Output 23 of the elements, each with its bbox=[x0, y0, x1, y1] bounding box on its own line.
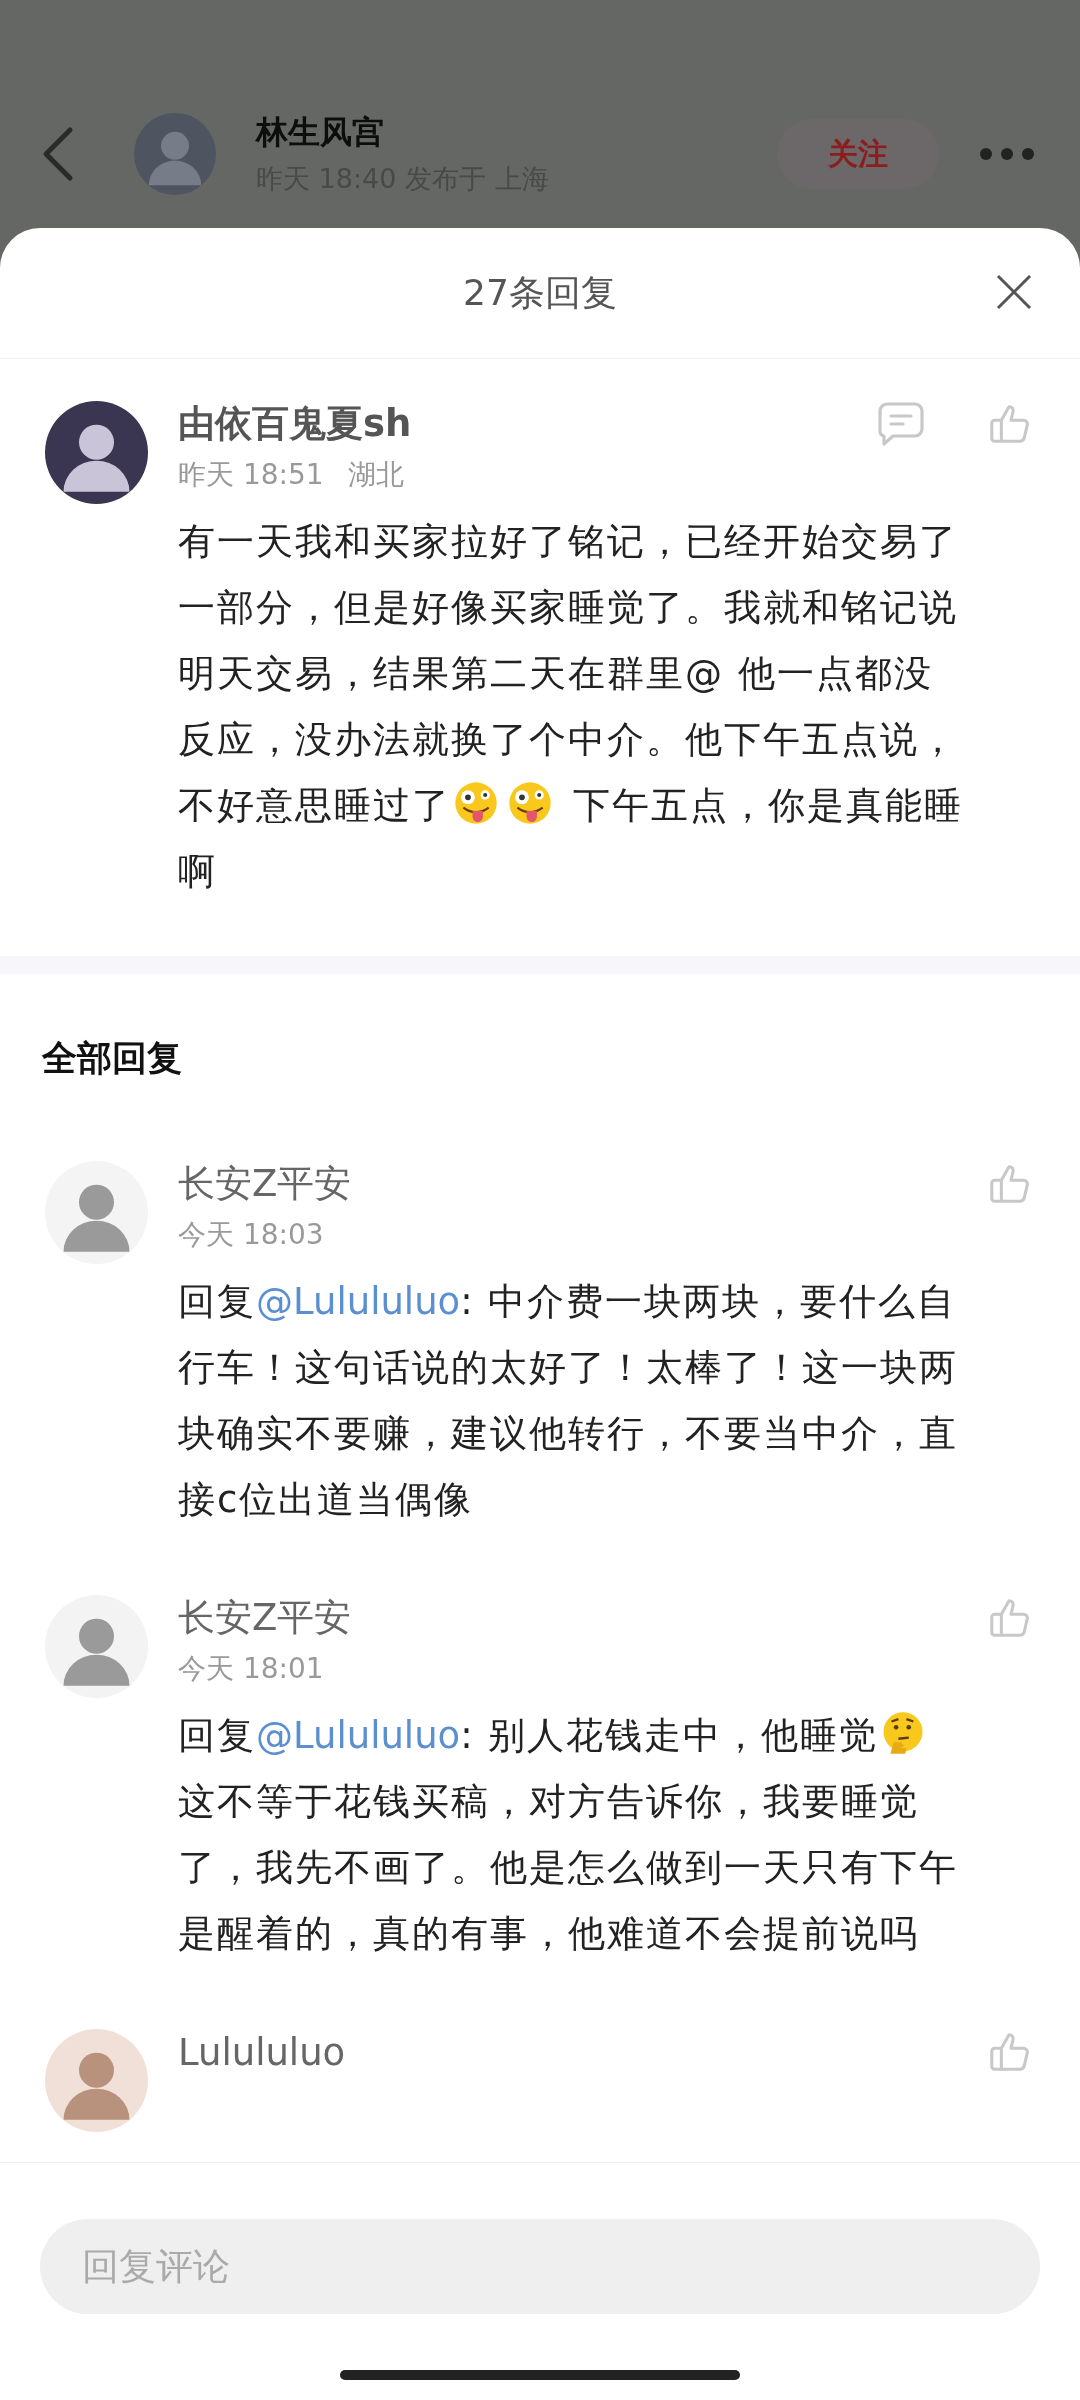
comment-text: 回复@Lulululuo: 别人花钱走中，他睡觉 这不等于花钱买稿，对方告诉你，我要睡觉了，我先不画了。他是怎么做到一天只有下午是醒着的，真的有事，他难道不会提前说吗 bbox=[178, 1703, 968, 1967]
comment-location: 湖北 bbox=[347, 457, 404, 493]
author-name: 林生风宫 bbox=[256, 112, 385, 153]
comment-time: 昨天 18:51 bbox=[178, 457, 324, 493]
comment-time: 今天 18:03 bbox=[178, 1217, 324, 1253]
comment-text: 回复@Lulululuo: 中介费一块两块，要什么自行车！这句话说的太好了！太棒了！这一块两块确实不要赚，建议他转行，不要当中介，直接c位出道当偶像 bbox=[178, 1279, 959, 1523]
sheet-title: 27条回复 bbox=[463, 270, 617, 315]
comment-icon[interactable] bbox=[877, 401, 925, 447]
commenter-name: Lulululuo bbox=[178, 2030, 347, 2074]
commenter-name: 由依百鬼夏sh bbox=[178, 401, 413, 447]
avatar-icon[interactable] bbox=[45, 401, 148, 504]
mention-link[interactable]: @Lulululuo bbox=[256, 1280, 461, 1323]
comment-text: 有一天我和买家拉好了铭记，已经开始交易了一部分，但是好像买家睡觉了。我就和铭记说明天交易，结果第二天在群里@ 他一点都没反应，没办法就换了个中介。他下午五点说，不好意思睡过了 下午五点，你是真能睡啊 bbox=[178, 519, 964, 895]
reply-input[interactable]: 回复评论 bbox=[40, 2219, 1040, 2314]
section-title: 全部回复 bbox=[41, 1037, 183, 1080]
mention-link[interactable]: @Lulululuo bbox=[256, 1714, 461, 1757]
comment-time: 今天 18:01 bbox=[178, 1651, 324, 1687]
commenter-name: 长安Z平安 bbox=[178, 1595, 353, 1641]
commenter-name: 长安Z平安 bbox=[178, 1161, 353, 1207]
more-icon[interactable] bbox=[979, 147, 1035, 161]
close-icon[interactable] bbox=[996, 274, 1032, 310]
zany-face-emoji-icon bbox=[507, 780, 553, 826]
zany-face-emoji-icon bbox=[453, 780, 499, 826]
